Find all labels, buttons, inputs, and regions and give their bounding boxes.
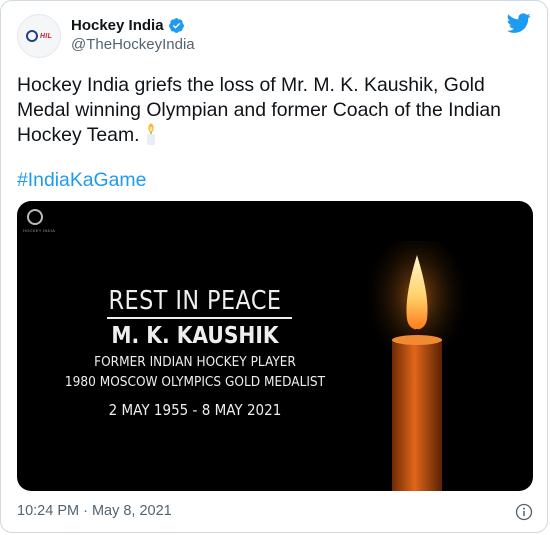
tweet-body: Hockey India griefs the loss of Mr. M. K… <box>17 73 522 148</box>
tweet-card[interactable]: HIL Hockey India @TheHockeyIndia Hockey … <box>0 0 548 533</box>
avatar-logo: HIL <box>26 30 52 42</box>
twitter-bird-icon[interactable] <box>507 11 531 35</box>
deceased-achievement: 1980 MOSCOW OLYMPICS GOLD MEDALIST <box>64 374 326 390</box>
info-icon[interactable] <box>515 503 533 521</box>
life-dates: 2 MAY 1955 - 8 MAY 2021 <box>108 401 282 419</box>
avatar[interactable]: HIL <box>17 14 61 58</box>
tweet-header: HIL Hockey India @TheHockeyIndia <box>17 11 533 61</box>
memorial-text-block: REST IN PEACE M. K. KAUSHIK FORMER INDIA… <box>17 201 373 491</box>
tweet-text: Hockey India griefs the loss of Mr. M. K… <box>17 74 501 146</box>
tweet-timestamp[interactable]: 10:24 PM · May 8, 2021 <box>17 503 172 519</box>
tweet-footer: 10:24 PM · May 8, 2021 <box>17 503 533 523</box>
tweet-media-image[interactable]: HOCKEY INDIA REST IN PEACE M. K. KAUSHIK… <box>17 201 533 491</box>
author-names: Hockey India @TheHockeyIndia <box>71 15 195 54</box>
display-name[interactable]: Hockey India <box>71 17 164 34</box>
candle-emoji-icon <box>146 123 155 145</box>
avatar-logo-text: HIL <box>40 32 52 40</box>
rest-in-peace-heading: REST IN PEACE <box>108 286 282 316</box>
hockey-india-emblem-icon <box>26 30 39 42</box>
user-handle[interactable]: @TheHockeyIndia <box>71 36 195 53</box>
deceased-role: FORMER INDIAN HOCKEY PLAYER <box>94 354 296 370</box>
hashtag-link[interactable]: #IndiaKaGame <box>17 169 146 192</box>
verified-badge-icon <box>168 17 184 33</box>
display-name-row: Hockey India <box>71 15 195 35</box>
candle-flame-icon <box>362 241 472 491</box>
deceased-name: M. K. KAUSHIK <box>111 323 279 349</box>
heading-divider <box>107 317 292 319</box>
